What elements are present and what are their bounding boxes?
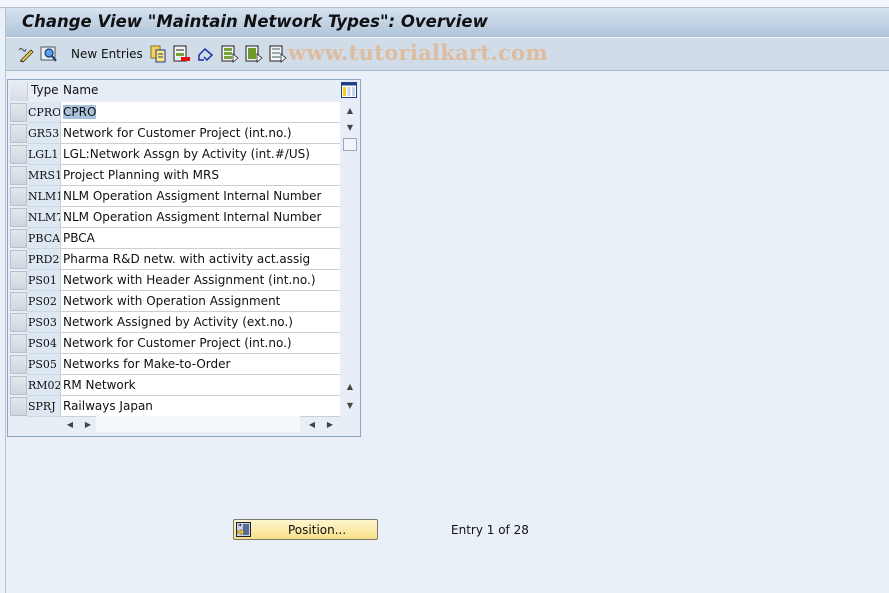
scroll-thumb[interactable]: [343, 138, 357, 151]
name-cell[interactable]: Network for Customer Project (int.no.): [60, 123, 340, 144]
window-top-strip: [0, 0, 889, 8]
column-settings-icon[interactable]: [341, 82, 357, 98]
type-cell[interactable]: NLM7: [27, 207, 63, 228]
table-header: Type Name: [8, 80, 360, 101]
page-title: Change View "Maintain Network Types": Ov…: [22, 12, 488, 31]
type-cell[interactable]: NLM1: [27, 186, 63, 207]
type-cell[interactable]: PRD2: [27, 249, 60, 270]
scroll-page-down-button[interactable]: ▼: [343, 398, 357, 412]
table-row[interactable]: PBCA PBCA: [8, 228, 340, 249]
name-cell[interactable]: Network with Header Assignment (int.no.): [60, 270, 340, 291]
type-cell[interactable]: PS04: [27, 333, 60, 354]
title-bar: Change View "Maintain Network Types": Ov…: [6, 8, 889, 38]
row-selector-button[interactable]: [10, 208, 27, 227]
horizontal-scrollbar[interactable]: ◀ ▶ ◀ ▶: [60, 415, 340, 433]
table-row[interactable]: PS05 Networks for Make-to-Order: [8, 354, 340, 375]
type-cell[interactable]: SPRJ: [27, 396, 60, 417]
row-selector-button[interactable]: [10, 124, 27, 143]
row-selector-button[interactable]: [10, 250, 27, 269]
table-row[interactable]: SPRJ Railways Japan: [8, 396, 340, 417]
copy-as-icon[interactable]: [149, 45, 167, 63]
select-all-rows-button[interactable]: [10, 82, 28, 101]
watermark: www.tutorialkart.com: [288, 40, 548, 65]
display-change-icon[interactable]: [17, 45, 35, 63]
table-row[interactable]: PRD2 Pharma R&D netw. with activity act.a…: [8, 249, 340, 270]
row-selector-button[interactable]: [10, 313, 27, 332]
window-left-edge: [5, 7, 6, 593]
type-cell[interactable]: PS03: [27, 312, 60, 333]
type-cell[interactable]: MRS1: [27, 165, 62, 186]
deselect-all-icon[interactable]: [269, 45, 287, 63]
table-row[interactable]: LGL1 LGL:Network Assgn by Activity (int.#…: [8, 144, 340, 165]
type-cell[interactable]: PBCA: [27, 228, 60, 249]
name-cell[interactable]: Project Planning with MRS: [60, 165, 340, 186]
position-button-label: Position...: [288, 523, 347, 537]
name-cell[interactable]: Network for Customer Project (int.no.): [60, 333, 340, 354]
type-cell[interactable]: LGL1: [27, 144, 60, 165]
position-button[interactable]: Position...: [233, 519, 378, 540]
scroll-far-left-button[interactable]: ◀: [306, 418, 318, 430]
name-cell[interactable]: RM Network: [60, 375, 340, 396]
details-icon[interactable]: [40, 45, 58, 63]
name-cell[interactable]: Pharma R&D netw. with activity act.assig: [60, 249, 340, 270]
row-selector-button[interactable]: [10, 334, 27, 353]
name-cell-selected-text[interactable]: CPRO: [63, 105, 97, 119]
type-cell[interactable]: PS05: [27, 354, 60, 375]
type-cell[interactable]: PS02: [27, 291, 60, 312]
scroll-left-button[interactable]: ◀: [64, 418, 76, 430]
row-selector-button[interactable]: [10, 145, 27, 164]
table-control: Type Name CPRO CPRO GR53 Network for Custom…: [7, 79, 361, 437]
type-cell[interactable]: PS01: [27, 270, 60, 291]
table-row[interactable]: NLM1 NLM Operation Assigment Internal Num…: [8, 186, 340, 207]
column-header-type[interactable]: Type: [31, 83, 59, 97]
select-block-icon[interactable]: [245, 45, 263, 63]
name-cell[interactable]: Railways Japan: [60, 396, 340, 417]
name-cell[interactable]: NLM Operation Assigment Internal Number: [60, 207, 340, 228]
row-selector-button[interactable]: [10, 187, 27, 206]
scroll-up-button[interactable]: ▲: [343, 103, 357, 117]
new-entries-button[interactable]: New Entries: [71, 47, 143, 61]
row-selector-button[interactable]: [10, 292, 27, 311]
type-cell[interactable]: GR53: [27, 123, 60, 144]
table-row[interactable]: CPRO CPRO: [8, 102, 340, 123]
row-selector-button[interactable]: [10, 166, 27, 185]
table-row[interactable]: PS03 Network Assigned by Activity (ext.no…: [8, 312, 340, 333]
row-selector-button[interactable]: [10, 229, 27, 248]
row-selector-button[interactable]: [10, 397, 27, 416]
scroll-down-button[interactable]: ▼: [343, 120, 357, 134]
scroll-page-up-button[interactable]: ▲: [343, 379, 357, 393]
name-cell[interactable]: CPRO: [60, 102, 340, 123]
table-row[interactable]: NLM7 NLM Operation Assigment Internal Num…: [8, 207, 340, 228]
row-selector-button[interactable]: [10, 355, 27, 374]
horizontal-scroll-track[interactable]: [96, 416, 300, 432]
type-cell[interactable]: CPRO: [27, 102, 61, 123]
type-cell[interactable]: RM02: [27, 375, 62, 396]
position-icon: [236, 522, 251, 537]
scroll-right-button[interactable]: ▶: [82, 418, 94, 430]
row-selector-button[interactable]: [10, 271, 27, 290]
delete-icon[interactable]: [173, 45, 191, 63]
name-cell[interactable]: NLM Operation Assigment Internal Number: [60, 186, 340, 207]
table-row[interactable]: PS01 Network with Header Assignment (int.…: [8, 270, 340, 291]
entry-counter: Entry 1 of 28: [451, 523, 529, 537]
table-row[interactable]: GR53 Network for Customer Project (int.no…: [8, 123, 340, 144]
vertical-scrollbar[interactable]: ▲ ▼ ▲ ▼: [341, 101, 359, 410]
table-row[interactable]: MRS1 Project Planning with MRS: [8, 165, 340, 186]
name-cell[interactable]: LGL:Network Assgn by Activity (int.#/US): [60, 144, 340, 165]
name-cell[interactable]: Network with Operation Assignment: [60, 291, 340, 312]
select-all-icon[interactable]: [221, 45, 239, 63]
name-cell[interactable]: Network Assigned by Activity (ext.no.): [60, 312, 340, 333]
name-cell[interactable]: PBCA: [60, 228, 340, 249]
row-selector-button[interactable]: [10, 103, 27, 122]
column-header-name[interactable]: Name: [63, 83, 98, 97]
scroll-far-right-button[interactable]: ▶: [324, 418, 336, 430]
name-cell[interactable]: Networks for Make-to-Order: [60, 354, 340, 375]
table-row[interactable]: PS04 Network for Customer Project (int.no…: [8, 333, 340, 354]
table-row[interactable]: RM02 RM Network: [8, 375, 340, 396]
undo-change-icon[interactable]: [197, 45, 215, 63]
row-selector-button[interactable]: [10, 376, 27, 395]
table-row[interactable]: PS02 Network with Operation Assignment: [8, 291, 340, 312]
